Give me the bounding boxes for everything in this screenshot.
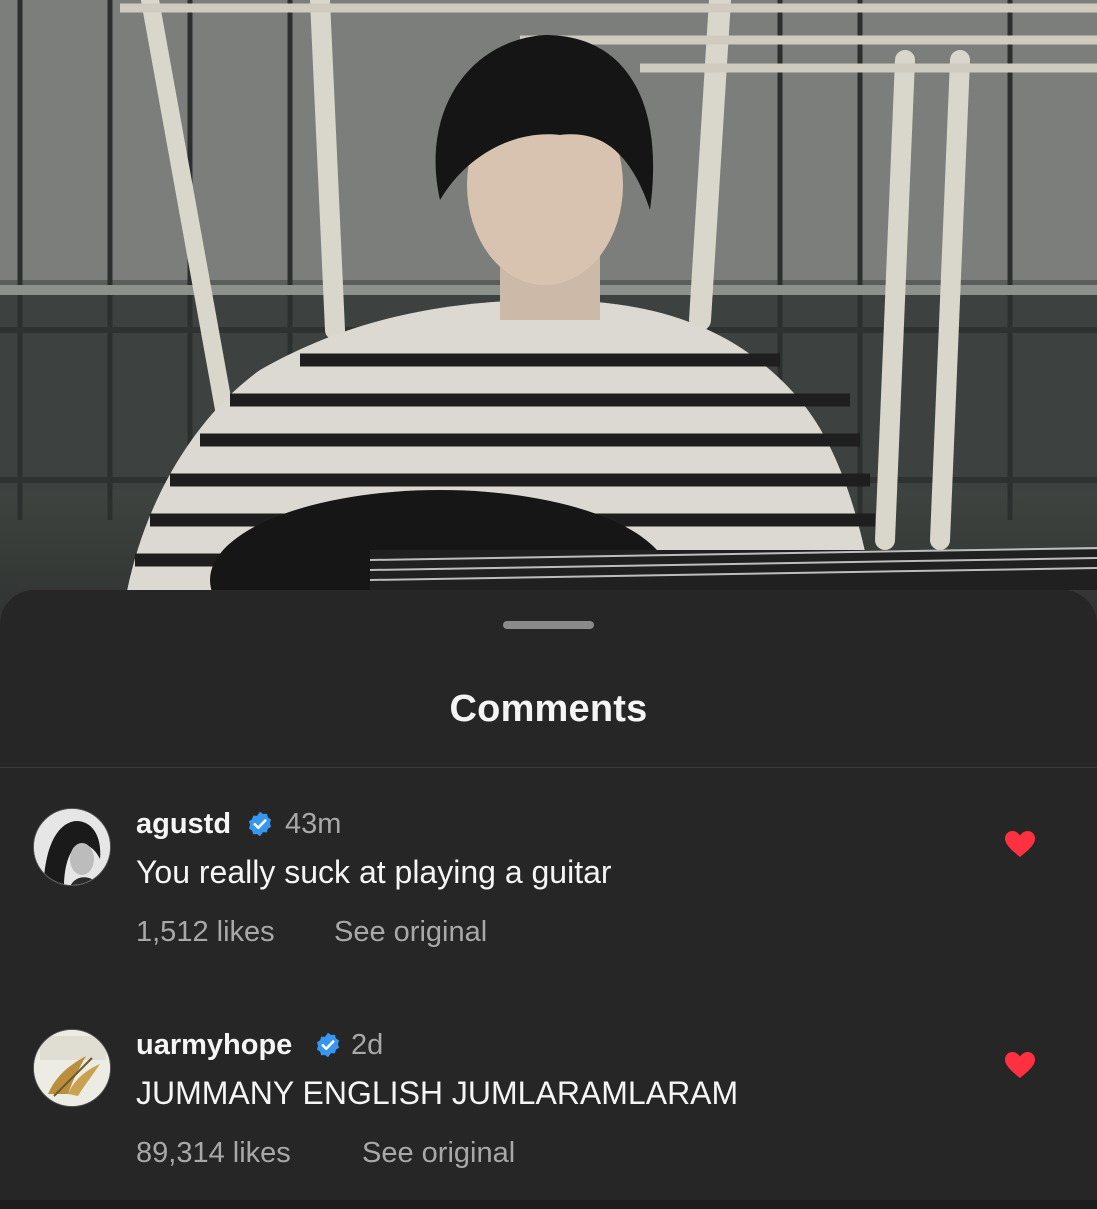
verified-badge-icon [246,810,274,838]
video-frame-illustration [0,0,1097,640]
avatar[interactable] [33,808,111,886]
comment-text: JUMMANY ENGLISH JUMLARAMLARAM [136,1075,739,1111]
video-preview[interactable] [0,0,1097,640]
comment-timestamp: 43m [285,808,342,840]
comment-username[interactable]: agustd [136,808,231,841]
comment-text: You really suck at playing a guitar [136,854,612,890]
verified-badge-icon [314,1031,342,1059]
comment-timestamp: 2d [351,1029,384,1061]
sheet-title: Comments [449,688,648,730]
heart-icon[interactable] [1004,830,1036,858]
header-divider [0,767,1097,768]
see-original-link[interactable]: See original [334,916,487,949]
comment-item: agustd 43m You really suck at playing a … [0,808,1097,988]
see-original-link[interactable]: See original [362,1137,515,1170]
comment-username[interactable]: uarmyhope [136,1029,292,1062]
heart-icon[interactable] [1004,1051,1036,1079]
comment-likes-count[interactable]: 1,512 likes [136,916,275,949]
avatar[interactable] [33,1029,111,1107]
comment-item: uarmyhope 2d JUMMANY ENGLISH JUMLARAMLAR… [0,1029,1097,1209]
sheet-drag-handle[interactable] [503,621,594,629]
comment-likes-count[interactable]: 89,314 likes [136,1137,291,1170]
comments-sheet: Comments agustd 43m You really suck at p… [0,590,1097,1200]
